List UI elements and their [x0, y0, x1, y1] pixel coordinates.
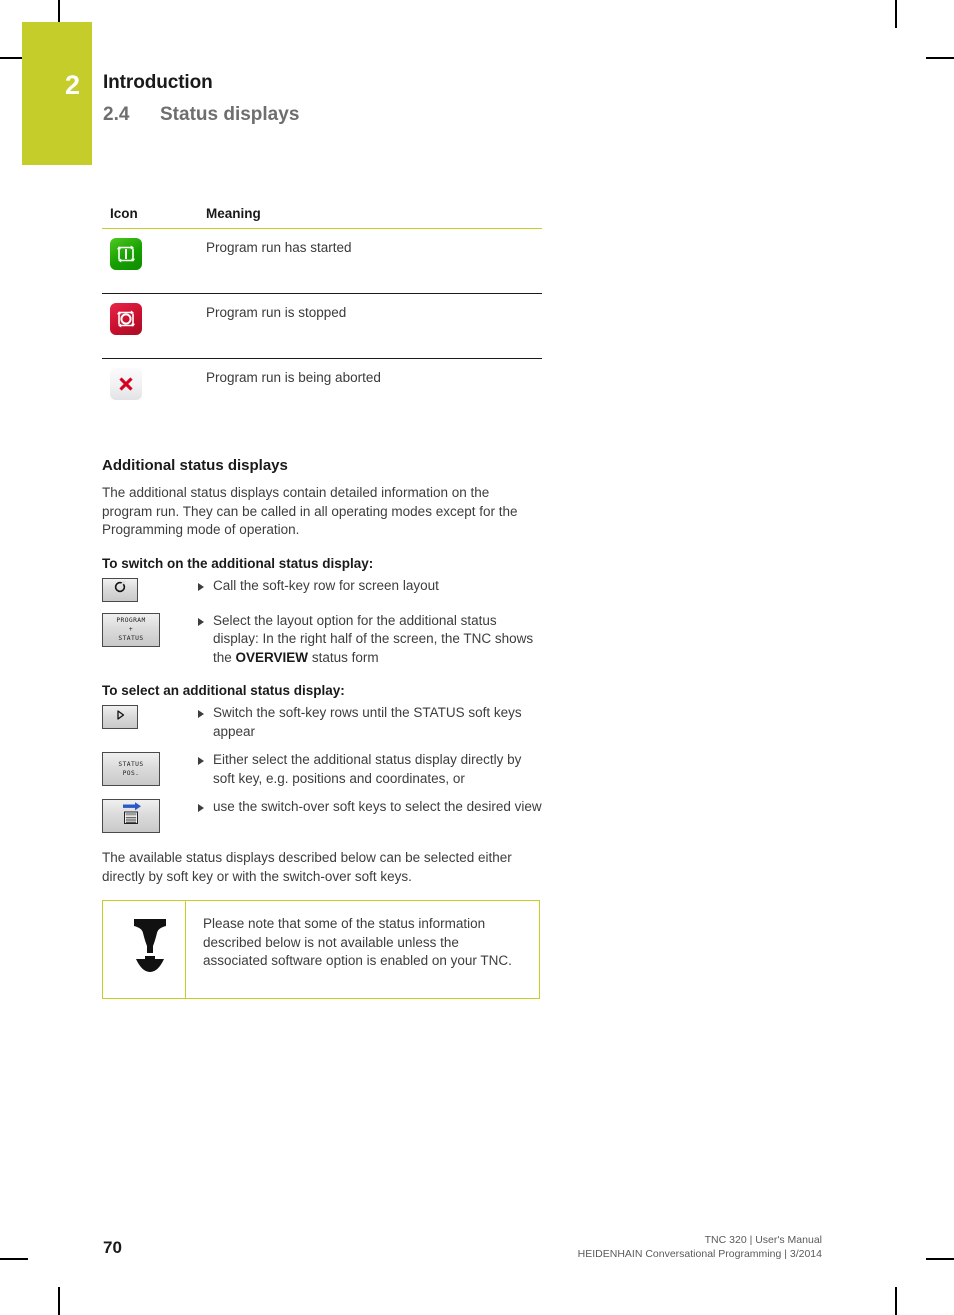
- step-description: Either select the additional status disp…: [198, 751, 543, 788]
- footer-manual-info: TNC 320 | User's Manual HEIDENHAIN Conve…: [578, 1233, 822, 1261]
- arrow-right-triangle-icon: [112, 707, 128, 728]
- bullet-triangle-icon: [198, 582, 204, 591]
- status-icon-table: Icon Meaning Program run has started Pro…: [102, 206, 542, 423]
- step-description: Select the layout option for the additio…: [198, 612, 543, 668]
- section-number: 2.4: [103, 104, 130, 125]
- crop-mark-bottom-right-vertical: [895, 1287, 897, 1315]
- program-run-aborted-icon: [110, 368, 142, 400]
- note-divider: [185, 901, 187, 998]
- shift-softkey-row-key[interactable]: [102, 705, 138, 729]
- crop-mark-bottom-left-horizontal: [0, 1258, 28, 1260]
- bullet-triangle-icon: [198, 757, 204, 765]
- section-title: Status displays: [160, 104, 300, 125]
- step-description: use the switch-over soft keys to select …: [198, 798, 543, 817]
- page-title: Introduction: [103, 72, 213, 93]
- softkey-label-line2: +: [128, 626, 134, 633]
- table-header-row: Icon Meaning: [102, 206, 542, 229]
- step-select-status-directly: STATUS POS. Either select the additional…: [102, 751, 542, 788]
- step-description: Call the soft-key row for screen layout: [198, 577, 543, 596]
- table-cell-meaning: Program run has started: [206, 228, 542, 294]
- softkey-label-line3: STATUS: [118, 635, 144, 642]
- step-text-emphasis: OVERVIEW: [235, 649, 309, 665]
- step-call-softkey-row: Call the soft-key row for screen layout: [102, 577, 542, 602]
- screen-layout-softkey[interactable]: [102, 577, 138, 602]
- switch-on-steps-title: To switch on the additional status displ…: [102, 555, 374, 571]
- table-cell-meaning: Program run is being aborted: [206, 370, 381, 385]
- program-run-started-icon: [110, 238, 142, 270]
- table-row: Program run has started: [102, 228, 542, 294]
- bullet-triangle-icon: [198, 617, 204, 626]
- step-text-suffix: status form: [308, 649, 379, 665]
- additional-status-heading: Additional status displays: [102, 457, 288, 474]
- footer-line-1: TNC 320 | User's Manual: [704, 1234, 822, 1246]
- step-text: use the switch-over soft keys to select …: [213, 799, 542, 814]
- step-key-slot: [102, 577, 198, 602]
- closing-paragraph: The available status displays described …: [102, 850, 512, 884]
- step-text: Call the soft-key row for screen layout: [213, 577, 439, 593]
- program-status-softkey[interactable]: PROGRAM + STATUS: [102, 612, 160, 647]
- step-text: Switch the soft-key rows until the STATU…: [213, 705, 522, 739]
- note-icon-wrap: [115, 915, 185, 980]
- table-cell-meaning: Program run is stopped: [206, 293, 542, 359]
- bullet-triangle-icon: [198, 804, 204, 812]
- section-heading: 2.4 Status displays: [103, 104, 299, 126]
- softkey-label-line2: POS.: [122, 770, 140, 777]
- select-steps-title: To select an additional status display:: [102, 683, 345, 698]
- chapter-number: 2: [64, 70, 80, 100]
- table-cell-icon: [102, 359, 206, 424]
- table-row: Program run is being aborted: [102, 359, 542, 424]
- column-header-icon: Icon: [102, 206, 206, 229]
- step-description: Switch the soft-key rows until the STATU…: [198, 704, 543, 741]
- switch-over-arrow-document-icon: [114, 801, 148, 832]
- step-switch-softkey-rows: Switch the soft-key rows until the STATU…: [102, 704, 542, 741]
- footer-page-number: 70: [103, 1238, 122, 1257]
- note-box: Please note that some of the status info…: [102, 900, 540, 999]
- step-text: Either select the additional status disp…: [213, 752, 522, 786]
- program-run-stopped-icon: [110, 303, 142, 335]
- step-key-slot: [102, 798, 198, 833]
- crop-mark-top-right-horizontal: [926, 57, 954, 59]
- screen-layout-circle-icon: [112, 579, 128, 600]
- crop-mark-bottom-left-vertical: [58, 1287, 60, 1315]
- bullet-triangle-icon: [198, 710, 204, 718]
- step-key-slot: PROGRAM + STATUS: [102, 612, 198, 647]
- softkey-label-line1: PROGRAM: [116, 617, 146, 624]
- footer-line-2: HEIDENHAIN Conversational Programming | …: [577, 1248, 822, 1260]
- note-text: Please note that some of the status info…: [203, 916, 512, 968]
- column-header-meaning: Meaning: [206, 206, 542, 229]
- additional-status-intro: The additional status displays contain d…: [102, 485, 518, 537]
- step-key-slot: [102, 704, 198, 729]
- status-pos-softkey[interactable]: STATUS POS.: [102, 752, 160, 786]
- step-text: Select the layout option for the additio…: [213, 612, 543, 668]
- table-cell-icon: [102, 228, 206, 294]
- step-key-slot: STATUS POS.: [102, 751, 198, 786]
- table-cell-icon: [102, 293, 206, 359]
- note-tool-icon: [128, 917, 172, 980]
- chapter-tab: 2: [22, 22, 92, 165]
- step-select-layout-option: PROGRAM + STATUS Select the layout optio…: [102, 612, 542, 668]
- softkey-label-line1: STATUS: [118, 761, 144, 768]
- main-content: Icon Meaning Program run has started Pro…: [102, 206, 542, 999]
- table-row: Program run is stopped: [102, 293, 542, 359]
- step-use-switchover-keys: use the switch-over soft keys to select …: [102, 798, 542, 833]
- crop-mark-top-right-vertical: [895, 0, 897, 28]
- switch-over-softkey[interactable]: [102, 799, 160, 833]
- crop-mark-bottom-right-horizontal: [926, 1258, 954, 1260]
